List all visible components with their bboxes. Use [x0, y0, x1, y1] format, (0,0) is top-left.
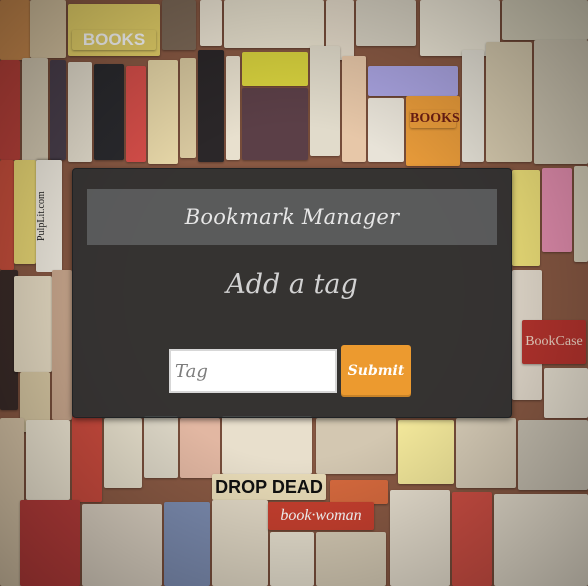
add-tag-form: Submit: [169, 345, 411, 397]
drop-dead-sign: DROP DEAD: [212, 474, 326, 500]
add-tag-panel: Bookmark Manager Add a tag Submit: [72, 168, 512, 418]
book-woman-bookmark: book·woman: [268, 502, 374, 530]
app-header: Bookmark Manager: [87, 189, 497, 245]
books-poster: BOOKS: [410, 111, 460, 126]
tag-input[interactable]: [169, 349, 337, 393]
page-heading: Add a tag: [226, 269, 358, 300]
pulp-lit-bookmark: PulpLit.com: [36, 160, 62, 272]
submit-button[interactable]: Submit: [341, 345, 411, 397]
app-title: Bookmark Manager: [184, 205, 400, 229]
books-sign: BOOKS: [72, 30, 156, 50]
bookcase-poster: BookCase: [522, 320, 586, 364]
